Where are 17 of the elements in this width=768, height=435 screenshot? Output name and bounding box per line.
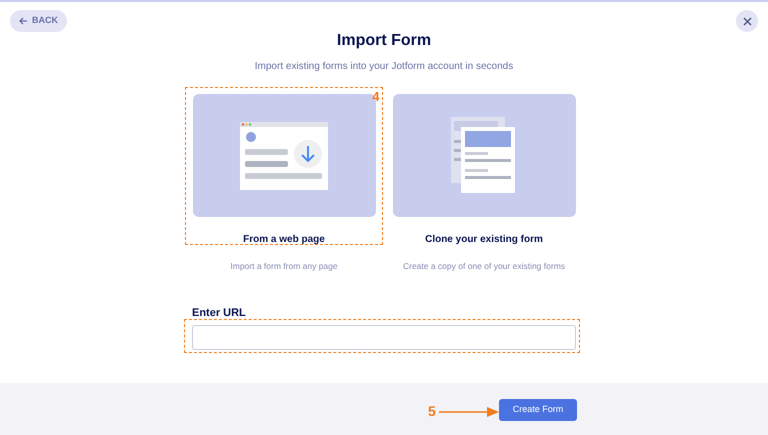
arrow-left-icon (19, 17, 28, 25)
option-description: Create a copy of one of your existing forms (402, 260, 566, 273)
field-label: Enter URL (192, 306, 247, 321)
option-title: Clone your existing form (425, 233, 543, 247)
url-input-field[interactable] (192, 325, 576, 350)
dialog-title: Import Form (336, 31, 432, 51)
close-button[interactable] (736, 10, 758, 32)
back-button[interactable]: BACK (10, 10, 67, 32)
create-form-button[interactable]: Create Form (499, 399, 577, 421)
arrow-right-icon (438, 406, 499, 416)
step-number: 5 (428, 402, 436, 421)
close-icon (742, 16, 752, 26)
option-card[interactable] (392, 94, 576, 217)
option-description: Import a form from any page (230, 260, 338, 273)
dialog-subtitle: Import existing forms into your Jotform account in seconds (254, 60, 514, 74)
step-number: 4 (372, 88, 380, 106)
option-title: From a web page (243, 233, 325, 247)
